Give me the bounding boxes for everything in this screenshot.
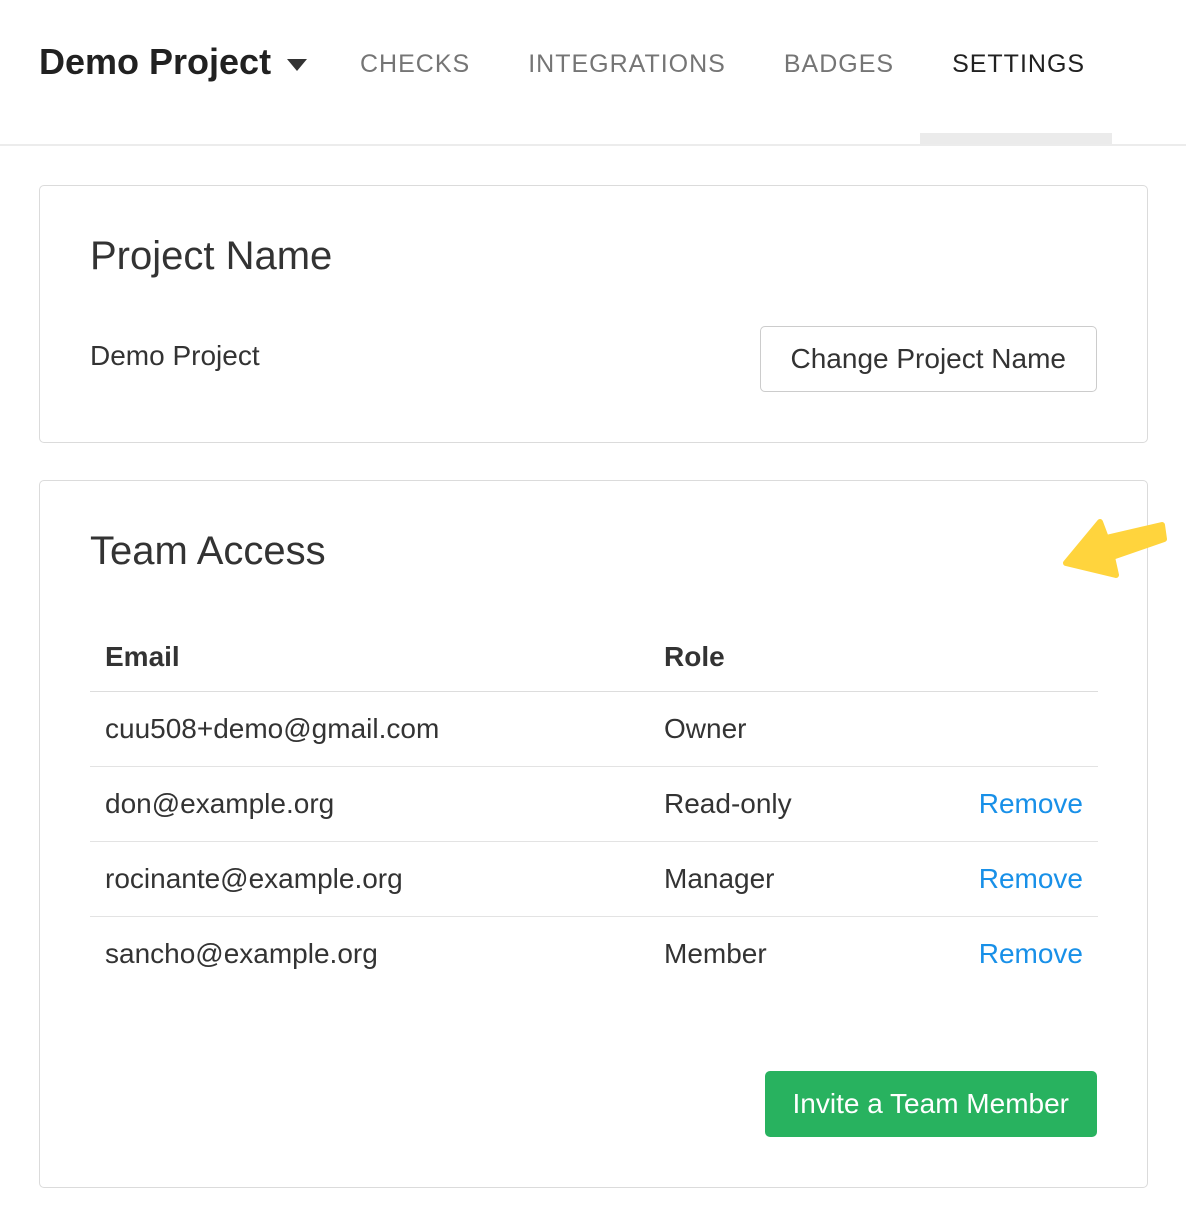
project-tabs: CHECKS INTEGRATIONS BADGES SETTINGS <box>360 50 1085 79</box>
table-row: cuu508+demo@gmail.comOwner <box>90 692 1098 767</box>
remove-link[interactable]: Remove <box>979 938 1083 969</box>
action-column-header <box>963 617 1098 692</box>
role-column-header: Role <box>649 617 963 692</box>
member-role: Owner <box>649 692 963 767</box>
email-column-header: Email <box>90 617 649 692</box>
member-action-cell: Remove <box>963 767 1098 842</box>
member-email: cuu508+demo@gmail.com <box>90 692 649 767</box>
member-role: Manager <box>649 842 963 917</box>
member-email: don@example.org <box>90 767 649 842</box>
member-role: Read-only <box>649 767 963 842</box>
change-project-name-button[interactable]: Change Project Name <box>760 326 1097 392</box>
member-email: rocinante@example.org <box>90 842 649 917</box>
team-table: Email Role cuu508+demo@gmail.comOwnerdon… <box>90 617 1098 991</box>
member-email: sancho@example.org <box>90 917 649 992</box>
tab-checks[interactable]: CHECKS <box>360 50 470 79</box>
member-action-cell <box>963 692 1098 767</box>
member-action-cell: Remove <box>963 917 1098 992</box>
table-row: sancho@example.orgMember Remove <box>90 917 1098 992</box>
project-name-value: Demo Project <box>90 326 260 372</box>
member-role: Member <box>649 917 963 992</box>
project-name-heading: Project Name <box>40 186 1147 276</box>
remove-link[interactable]: Remove <box>979 788 1083 819</box>
team-access-card: Team Access Email Role cuu508+demo@gmail… <box>39 480 1148 1188</box>
tab-badges[interactable]: BADGES <box>784 50 894 79</box>
table-row: don@example.orgRead-only Remove <box>90 767 1098 842</box>
caret-down-icon <box>287 59 307 71</box>
team-access-heading: Team Access <box>40 481 1147 571</box>
invite-team-member-button[interactable]: Invite a Team Member <box>765 1071 1098 1137</box>
remove-link[interactable]: Remove <box>979 863 1083 894</box>
project-title: Demo Project <box>39 42 271 82</box>
project-switcher[interactable]: Demo Project <box>39 42 307 82</box>
project-name-card: Project Name Demo Project Change Project… <box>39 185 1148 443</box>
header-divider <box>0 144 1186 146</box>
table-header-row: Email Role <box>90 617 1098 692</box>
tab-settings[interactable]: SETTINGS <box>952 50 1085 79</box>
team-table-body: cuu508+demo@gmail.comOwnerdon@example.or… <box>90 692 1098 992</box>
tab-integrations[interactable]: INTEGRATIONS <box>528 50 726 79</box>
table-row: rocinante@example.orgManager Remove <box>90 842 1098 917</box>
top-header: Demo Project CHECKS INTEGRATIONS BADGES SET… <box>0 0 1186 146</box>
member-action-cell: Remove <box>963 842 1098 917</box>
